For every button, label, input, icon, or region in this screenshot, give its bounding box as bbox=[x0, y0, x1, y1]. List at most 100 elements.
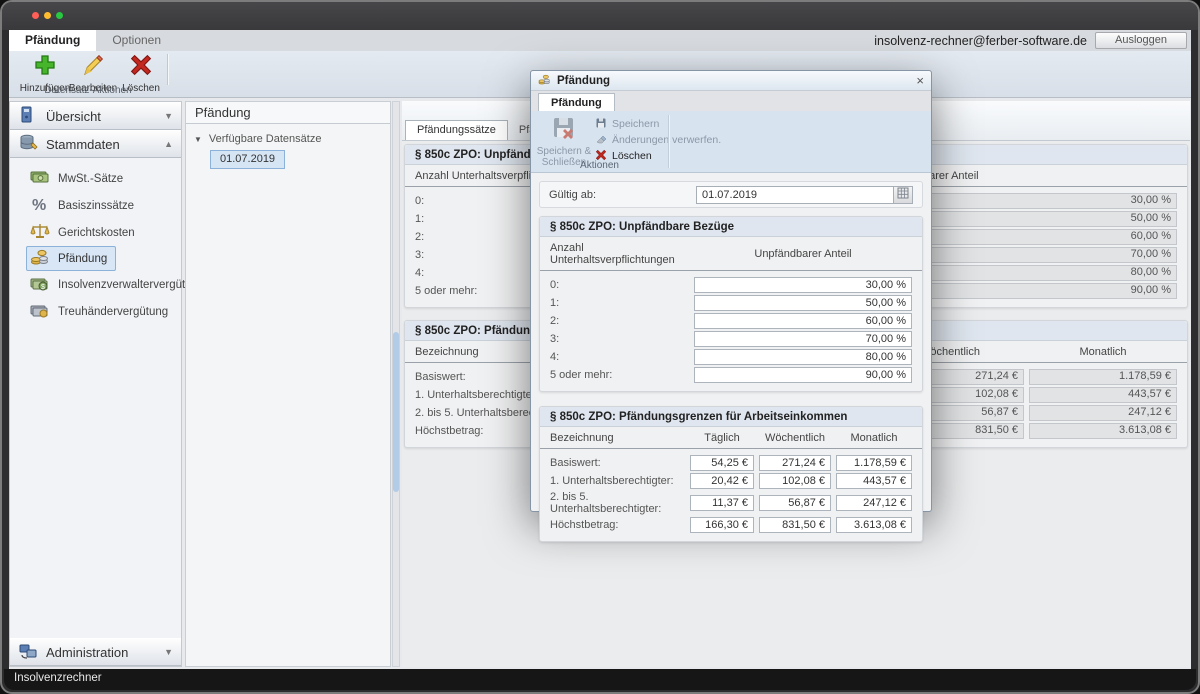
save-close-label-line1: Speichern & bbox=[537, 146, 591, 157]
daily-input[interactable] bbox=[690, 455, 754, 471]
minimize-window-button[interactable] bbox=[44, 12, 51, 19]
sidebar-item-label: MwSt.-Sätze bbox=[58, 173, 123, 185]
table-row: 5 oder mehr: bbox=[550, 367, 912, 383]
sidebar-item-basiszinssaetze[interactable]: % Basiszinssätze bbox=[10, 192, 181, 219]
coins-icon bbox=[30, 249, 50, 268]
scales-icon bbox=[30, 223, 50, 242]
dialog-tab-pfaendung[interactable]: Pfändung bbox=[538, 93, 615, 111]
panel-title: Pfändung bbox=[186, 102, 390, 124]
pfaendung-dialog: Pfändung × Pfändung Speichern & Schließe… bbox=[530, 70, 932, 512]
discard-changes-button[interactable]: Änderungen verwerfen. bbox=[595, 132, 721, 148]
calendar-button[interactable] bbox=[894, 186, 913, 204]
zoom-window-button[interactable] bbox=[56, 12, 63, 19]
tree-node-verfuegbare-datensaetze[interactable]: ▼ Verfügbare Datensätze bbox=[194, 133, 390, 145]
monthly-input[interactable] bbox=[836, 455, 912, 471]
sidebar-group-uebersicht[interactable]: Übersicht ▼ bbox=[10, 102, 181, 130]
section-title: § 850c ZPO: Unpfändbare Bezüge bbox=[540, 217, 922, 237]
table-row: Basiswert: bbox=[550, 455, 912, 471]
daily-input[interactable] bbox=[690, 495, 754, 511]
money-coin-icon bbox=[30, 302, 50, 321]
sidebar: Übersicht ▼ Stammdaten ▲ MwSt.-Sätze % B… bbox=[9, 101, 182, 667]
toolbar-group-label: Aktionen bbox=[531, 160, 668, 171]
status-bar-text: Insolvenzrechner bbox=[14, 672, 102, 684]
row-label: Höchstbetrag: bbox=[550, 519, 685, 531]
network-icon bbox=[18, 641, 38, 664]
dialog-toolbar: Speichern & Schließen Speichern Änderung… bbox=[531, 111, 931, 173]
table-row: 2: bbox=[550, 313, 912, 329]
monthly-input[interactable] bbox=[836, 517, 912, 533]
dialog-section-unpfaendbare-bezuege: § 850c ZPO: Unpfändbare Bezüge Anzahl Un… bbox=[539, 216, 923, 392]
table-row: 0: bbox=[550, 277, 912, 293]
monthly-input[interactable] bbox=[836, 473, 912, 489]
save-button[interactable]: Speichern bbox=[595, 116, 721, 132]
sidebar-item-insolvenzverwalterverguetung[interactable]: $ Insolvenzverwaltervergütung bbox=[10, 271, 181, 298]
logout-button[interactable]: Ausloggen bbox=[1095, 32, 1187, 49]
user-email: insolvenz-rechner@ferber-software.de bbox=[874, 34, 1095, 48]
weekly-input[interactable] bbox=[759, 473, 831, 489]
window-titlebar bbox=[2, 2, 1198, 30]
sidebar-group-administration[interactable]: Administration ▼ bbox=[10, 638, 181, 666]
anteil-input[interactable] bbox=[694, 277, 912, 293]
column-header-anteil: Unpfändbarer Anteil bbox=[694, 248, 912, 260]
banknotes-icon bbox=[30, 169, 50, 188]
dataset-panel: Pfändung ▼ Verfügbare Datensätze 01.07.2… bbox=[185, 101, 391, 667]
row-label: 1. Unterhaltsberechtigter: bbox=[550, 475, 685, 487]
daily-input[interactable] bbox=[690, 473, 754, 489]
monthly-input[interactable] bbox=[836, 495, 912, 511]
dialog-title: Pfändung bbox=[557, 75, 610, 87]
table-row: 3: bbox=[550, 331, 912, 347]
dialog-body: Gültig ab: § 850c ZPO: Unpfändbare Bezüg… bbox=[531, 173, 931, 511]
sidebar-item-mwst-saetze[interactable]: MwSt.-Sätze bbox=[10, 165, 181, 192]
weekly-input[interactable] bbox=[759, 495, 831, 511]
weekly-input[interactable] bbox=[759, 517, 831, 533]
money-bag-icon: $ bbox=[30, 275, 50, 294]
app-window: Pfändung Optionen insolvenz-rechner@ferb… bbox=[0, 0, 1200, 694]
anteil-input[interactable] bbox=[694, 331, 912, 347]
column-header-bezeichnung: Bezeichnung bbox=[550, 432, 685, 444]
eraser-icon bbox=[595, 133, 607, 148]
sidebar-item-pfaendung[interactable]: Pfändung bbox=[26, 246, 116, 271]
discard-button-label: Änderungen verwerfen. bbox=[612, 134, 721, 146]
valid-from-label: Gültig ab: bbox=[549, 189, 596, 201]
valid-from-input[interactable] bbox=[696, 186, 894, 204]
chevron-down-icon: ▼ bbox=[164, 111, 173, 121]
delete-button[interactable]: Löschen bbox=[113, 53, 169, 89]
database-icon bbox=[18, 133, 38, 156]
ribbon-tab-optionen[interactable]: Optionen bbox=[96, 30, 177, 51]
status-bar: Insolvenzrechner bbox=[4, 669, 1196, 690]
sidebar-item-gerichtskosten[interactable]: Gerichtskosten bbox=[10, 219, 181, 246]
chevron-up-icon: ▲ bbox=[164, 139, 173, 149]
dialog-tab-bar: Pfändung bbox=[531, 91, 931, 111]
weekly-input[interactable] bbox=[759, 455, 831, 471]
save-button-label: Speichern bbox=[612, 118, 659, 130]
chevron-down-icon: ▼ bbox=[164, 647, 173, 657]
valid-from-row: Gültig ab: bbox=[539, 181, 923, 208]
svg-text:$: $ bbox=[41, 284, 45, 291]
dataset-item-01-07-2019[interactable]: 01.07.2019 bbox=[210, 150, 285, 169]
tab-pfaendungssaetze[interactable]: Pfändungssätze bbox=[405, 120, 508, 140]
scrollbar-thumb[interactable] bbox=[393, 332, 399, 492]
sidebar-item-label: Basiszinssätze bbox=[58, 200, 134, 212]
ribbon-tab-bar: Pfändung Optionen insolvenz-rechner@ferb… bbox=[9, 30, 1191, 51]
ribbon-tab-pfaendung[interactable]: Pfändung bbox=[9, 30, 96, 51]
tree-node-label: Verfügbare Datensätze bbox=[209, 133, 322, 145]
table-row: 4: bbox=[550, 349, 912, 365]
column-header-anzahl: Anzahl Unterhaltsverpflichtungen bbox=[550, 242, 694, 266]
svg-text:%: % bbox=[32, 197, 46, 212]
daily-input[interactable] bbox=[690, 517, 754, 533]
tree-expander-icon[interactable]: ▼ bbox=[194, 135, 202, 144]
vertical-scrollbar[interactable] bbox=[392, 101, 400, 667]
table-row: 1. Unterhaltsberechtigter: bbox=[550, 473, 912, 489]
sidebar-item-label: Pfändung bbox=[58, 253, 107, 265]
close-icon[interactable]: × bbox=[916, 76, 924, 86]
dialog-toolbar-small-buttons: Speichern Änderungen verwerfen. Löschen bbox=[595, 116, 721, 164]
close-window-button[interactable] bbox=[32, 12, 39, 19]
anteil-input[interactable] bbox=[694, 313, 912, 329]
anteil-input[interactable] bbox=[694, 349, 912, 365]
dialog-titlebar[interactable]: Pfändung × bbox=[531, 71, 931, 91]
window-controls[interactable] bbox=[32, 12, 63, 19]
anteil-input[interactable] bbox=[694, 295, 912, 311]
anteil-input[interactable] bbox=[694, 367, 912, 383]
sidebar-group-stammdaten[interactable]: Stammdaten ▲ bbox=[10, 130, 181, 158]
sidebar-item-treuhaenderverguetung[interactable]: Treuhändervergütung bbox=[10, 298, 181, 325]
